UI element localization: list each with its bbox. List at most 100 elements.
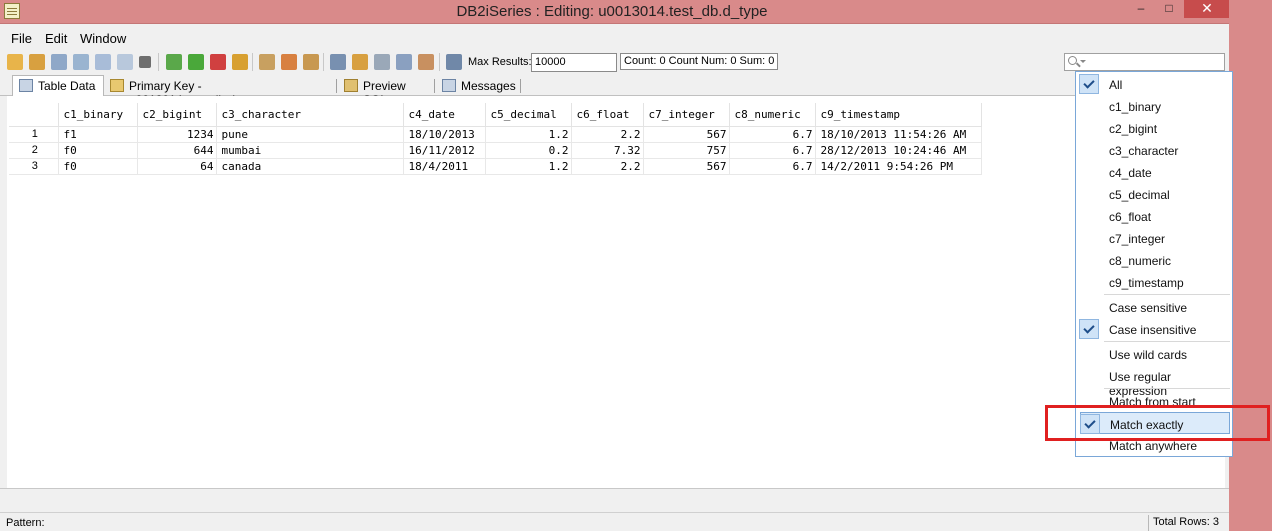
column-header[interactable]: c3_character — [216, 103, 404, 127]
option-wild-cards[interactable]: Use wild cards — [1076, 343, 1232, 365]
tab-table-data[interactable]: Table Data — [12, 75, 104, 97]
total-rows: Total Rows: 3 — [1148, 515, 1219, 531]
edit-row-icon[interactable] — [232, 54, 248, 70]
commit-icon[interactable] — [259, 54, 275, 70]
tab-bar: Table Data Primary Key - u0013014.test_d… — [0, 74, 1229, 107]
filter-icon[interactable] — [51, 54, 67, 70]
max-results-icon[interactable] — [446, 54, 462, 70]
table-cell[interactable]: 16/11/2012 — [403, 142, 486, 159]
table-cell[interactable]: 2.2 — [571, 158, 644, 175]
history-icon[interactable] — [303, 54, 319, 70]
max-results-input[interactable]: 10000 — [531, 53, 617, 72]
table-cell[interactable]: 1.2 — [485, 158, 572, 175]
menu-window[interactable]: Window — [80, 31, 126, 46]
table-cell[interactable]: 2.2 — [571, 126, 644, 143]
menu-bar: File Edit Window — [0, 24, 1229, 50]
tab-primary-key[interactable]: Primary Key - u0013014.test_db.d_type — [104, 76, 334, 107]
table-cell[interactable]: canada — [216, 158, 404, 175]
row-number: 2 — [9, 142, 59, 159]
table-cell[interactable]: 567 — [643, 126, 730, 143]
edit-icon[interactable] — [29, 54, 45, 70]
option-column[interactable]: c2_bigint — [1076, 117, 1232, 139]
delete-row-icon[interactable] — [210, 54, 226, 70]
table-cell[interactable]: 18/4/2011 — [403, 158, 486, 175]
option-regular-expression[interactable]: Use regular expression — [1076, 365, 1232, 398]
close-button[interactable]: ✕ — [1184, 0, 1230, 18]
table-cell[interactable]: pune — [216, 126, 404, 143]
table-cell[interactable]: 757 — [643, 142, 730, 159]
table-cell[interactable]: 6.7 — [729, 142, 816, 159]
copy-icon[interactable] — [117, 54, 133, 70]
table-row[interactable]: 3 f0 64 canada 18/4/2011 1.2 2.2 567 6.7… — [9, 158, 982, 175]
option-column[interactable]: c8_numeric — [1076, 249, 1232, 271]
refresh-icon[interactable] — [7, 54, 23, 70]
option-column[interactable]: c3_character — [1076, 139, 1232, 161]
table-cell[interactable]: 64 — [137, 158, 217, 175]
column-header[interactable]: c6_float — [571, 103, 644, 127]
row-number: 3 — [9, 158, 59, 175]
column-header[interactable]: c5_decimal — [485, 103, 572, 127]
table-cell[interactable]: f1 — [58, 126, 138, 143]
stop-icon[interactable] — [139, 56, 151, 68]
search-input[interactable] — [1064, 53, 1225, 71]
tab-messages[interactable]: Messages — [436, 76, 520, 96]
table-cell[interactable]: 18/10/2013 — [403, 126, 486, 143]
option-case-insensitive[interactable]: Case insensitive — [1076, 318, 1232, 340]
option-label: Match anywhere — [1109, 439, 1198, 453]
maximize-button[interactable]: □ — [1156, 0, 1182, 18]
rollback-icon[interactable] — [281, 54, 297, 70]
table-icon — [19, 79, 33, 92]
option-label: c9_timestamp — [1109, 276, 1184, 290]
check-icon — [1079, 319, 1099, 339]
option-all[interactable]: All — [1076, 73, 1232, 95]
option-column[interactable]: c7_integer — [1076, 227, 1232, 249]
option-case-sensitive[interactable]: Case sensitive — [1076, 296, 1232, 318]
option-column[interactable]: c4_date — [1076, 161, 1232, 183]
tab-separator — [336, 79, 337, 93]
table-cell[interactable]: 1234 — [137, 126, 217, 143]
option-column[interactable]: c6_float — [1076, 205, 1232, 227]
option-column[interactable]: c1_binary — [1076, 95, 1232, 117]
table-cell[interactable]: 28/12/2013 10:24:46 AM — [815, 142, 982, 159]
table-cell[interactable]: 18/10/2013 11:54:26 AM — [815, 126, 982, 143]
column-header[interactable]: c7_integer — [643, 103, 730, 127]
option-label: Case sensitive — [1109, 301, 1188, 315]
option-label: Case insensitive — [1109, 323, 1197, 337]
table-cell[interactable]: 644 — [137, 142, 217, 159]
menu-edit[interactable]: Edit — [45, 31, 67, 46]
database-icon[interactable] — [73, 54, 89, 70]
column-header[interactable]: c2_bigint — [137, 103, 217, 127]
search-icon[interactable] — [1068, 56, 1077, 65]
option-column[interactable]: c5_decimal — [1076, 183, 1232, 205]
table-cell[interactable]: 1.2 — [485, 126, 572, 143]
export-icon[interactable] — [95, 54, 111, 70]
table-cell[interactable]: mumbai — [216, 142, 404, 159]
column-header[interactable]: c1_binary — [58, 103, 138, 127]
column-header[interactable]: c4_date — [403, 103, 486, 127]
table-cell[interactable]: f0 — [58, 142, 138, 159]
table-cell[interactable]: 0.2 — [485, 142, 572, 159]
chart-icon[interactable] — [396, 54, 412, 70]
table-cell[interactable]: 6.7 — [729, 158, 816, 175]
insert-row-icon[interactable] — [166, 54, 182, 70]
minimize-button[interactable]: – — [1128, 0, 1154, 18]
tools-icon[interactable] — [352, 54, 368, 70]
column-header[interactable]: c8_numeric — [729, 103, 816, 127]
settings-icon[interactable] — [374, 54, 390, 70]
table-row[interactable]: 1 f1 1234 pune 18/10/2013 1.2 2.2 567 6.… — [9, 126, 982, 143]
option-column[interactable]: c9_timestamp — [1076, 271, 1232, 293]
chevron-down-icon[interactable] — [1080, 60, 1086, 63]
table-cell[interactable]: 567 — [643, 158, 730, 175]
table-cell[interactable]: f0 — [58, 158, 138, 175]
add-row-icon[interactable] — [188, 54, 204, 70]
column-header[interactable]: c9_timestamp — [815, 103, 982, 127]
form-icon[interactable] — [418, 54, 434, 70]
grid-icon[interactable] — [330, 54, 346, 70]
menu-file[interactable]: File — [11, 31, 32, 46]
tab-preview-sql[interactable]: Preview SQL — [338, 76, 436, 107]
table-cell[interactable]: 14/2/2011 9:54:26 PM — [815, 158, 982, 175]
option-label: All — [1109, 78, 1123, 92]
table-cell[interactable]: 6.7 — [729, 126, 816, 143]
table-cell[interactable]: 7.32 — [571, 142, 644, 159]
table-row[interactable]: 2 f0 644 mumbai 16/11/2012 0.2 7.32 757 … — [9, 142, 982, 159]
